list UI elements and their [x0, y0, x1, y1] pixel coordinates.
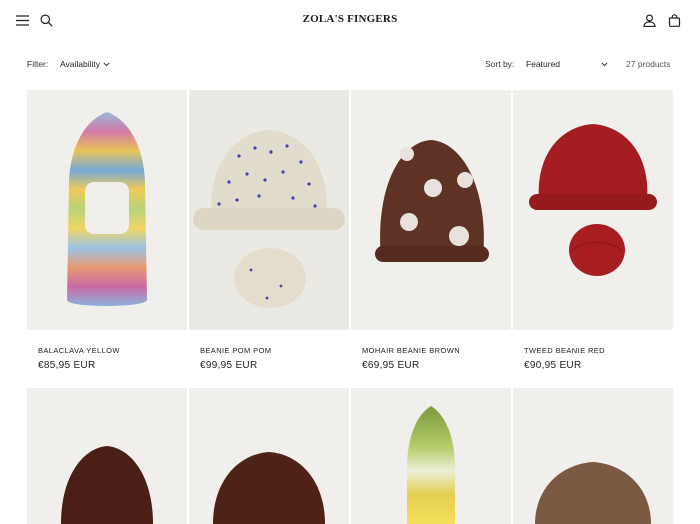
product-title[interactable]: TWEED BEANIE RED: [524, 346, 605, 355]
product-image[interactable]: [27, 90, 187, 330]
product-title[interactable]: MOHAIR BEANIE BROWN: [362, 346, 460, 355]
site-header: ZOLA'S FINGERS: [0, 0, 700, 40]
filter-bar: Filter: Availability Sort by: Featured 2…: [0, 52, 700, 76]
product-card[interactable]: TWEED BEANIE RED €90,95 EUR: [513, 90, 673, 371]
product-card[interactable]: [513, 388, 673, 524]
account-icon[interactable]: [639, 10, 659, 30]
site-logo[interactable]: ZOLA'S FINGERS: [0, 13, 700, 25]
product-card[interactable]: [351, 388, 511, 524]
product-image[interactable]: [513, 90, 673, 330]
sort-value: Featured: [526, 59, 561, 69]
product-title[interactable]: BALACLAVA YELLOW: [38, 346, 120, 355]
product-price: €85,95 EUR: [38, 360, 96, 371]
product-card[interactable]: BALACLAVA YELLOW €85,95 EUR: [27, 90, 187, 371]
filter-label: Filter:: [27, 59, 49, 69]
sort-select[interactable]: Featured: [526, 59, 608, 69]
product-image[interactable]: [27, 388, 187, 524]
product-image[interactable]: [513, 388, 673, 524]
product-image[interactable]: [351, 388, 511, 524]
product-card[interactable]: [27, 388, 187, 524]
product-title[interactable]: BEANIE POM POM: [200, 346, 271, 355]
product-card[interactable]: MOHAIR BEANIE BROWN €69,95 EUR: [351, 90, 511, 371]
chevron-down-icon: [103, 62, 110, 67]
cart-icon[interactable]: [664, 10, 684, 30]
product-price: €90,95 EUR: [524, 360, 582, 371]
product-image[interactable]: [351, 90, 511, 330]
product-card[interactable]: BEANIE POM POM €99,95 EUR: [189, 90, 349, 371]
product-card[interactable]: [189, 388, 349, 524]
chevron-down-icon: [601, 62, 608, 67]
product-image[interactable]: [189, 90, 349, 330]
product-price: €69,95 EUR: [362, 360, 420, 371]
availability-dropdown[interactable]: Availability: [60, 59, 110, 69]
product-price: €99,95 EUR: [200, 360, 258, 371]
availability-label: Availability: [60, 59, 101, 69]
product-count: 27 products: [626, 59, 671, 69]
sort-label: Sort by:: [485, 59, 515, 69]
product-image[interactable]: [189, 388, 349, 524]
